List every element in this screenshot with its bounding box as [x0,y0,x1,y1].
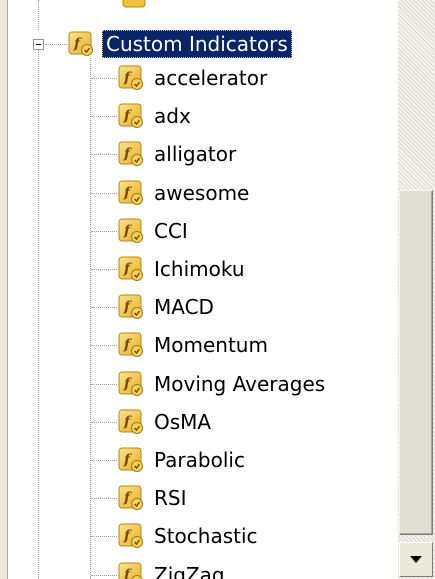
custom-indicator-icon: f [118,371,144,397]
tree-line [91,307,117,308]
tree-line [91,422,117,423]
tree-item-label: Moving Averages [154,372,326,396]
custom-indicator-icon: f [118,141,144,167]
scrollbar-thumb[interactable] [399,190,433,535]
tree-item-label: Custom Indicators [102,30,292,58]
partial-item-above [122,0,148,10]
tree-item[interactable]: f Ichimoku [118,251,247,287]
tree-item-label: Ichimoku [154,257,245,281]
tree-item-label: MACD [154,295,214,319]
tree-item-label: ZigZag [154,563,225,579]
tree-line [91,498,117,499]
tree-line [91,154,117,155]
custom-indicator-icon: f [118,562,144,579]
tree-line [91,193,117,194]
tree-item[interactable]: f accelerator [118,60,269,96]
tree-item-label: Parabolic [154,448,245,472]
tree-item-label: Momentum [154,333,268,357]
tree-item-label: adx [154,104,191,128]
tree-item[interactable]: f ZigZag [118,557,227,579]
tree-item[interactable]: f MACD [118,289,216,325]
tree-line [91,536,117,537]
scroll-down-button[interactable] [399,542,433,577]
tree-line [38,0,39,30]
tree-item-label: alligator [154,142,237,166]
custom-indicator-icon: f [118,180,144,206]
tree-item[interactable]: f alligator [118,136,238,172]
custom-indicator-icon: f [118,409,144,435]
arrow-down-icon [410,556,422,563]
custom-indicator-icon: f [68,31,94,57]
collapse-toggle[interactable] [33,39,44,50]
tree-line [91,345,117,346]
tree-line [91,269,117,270]
tree-item[interactable]: f Parabolic [118,442,247,478]
custom-indicator-icon: f [118,523,144,549]
tree-line [45,44,67,45]
tree-item[interactable]: f adx [118,98,193,134]
custom-indicator-icon: f [118,447,144,473]
tree-item[interactable]: f Stochastic [118,518,260,554]
tree-line [38,50,39,579]
tree-item-custom-indicators[interactable]: f Custom Indicators [68,26,292,62]
vertical-scrollbar[interactable] [398,0,435,579]
tree-item[interactable]: f Moving Averages [118,366,327,402]
tree-line [91,384,117,385]
tree-item[interactable]: f OsMA [118,404,213,440]
tree-line [91,116,117,117]
tree-item[interactable]: f Momentum [118,327,270,363]
tree-item-label: Stochastic [154,524,258,548]
tree-line [91,78,117,79]
custom-indicator-icon: f [118,294,144,320]
tree-item[interactable]: f RSI [118,480,189,516]
navigator-tree: f Custom Indicators f accelerator f adx f all… [0,0,435,579]
left-border [0,0,8,579]
tree-item-label: accelerator [154,66,268,90]
custom-indicator-icon: f [118,218,144,244]
tree-item[interactable]: f awesome [118,175,251,211]
custom-indicator-icon: f [118,103,144,129]
tree-item-label: OsMA [154,410,212,434]
tree-line [91,460,117,461]
tree-item[interactable]: f CCI [118,213,190,249]
tree-line [90,58,91,579]
tree-line [91,231,117,232]
tree-item-label: RSI [154,486,187,510]
custom-indicator-icon: f [118,332,144,358]
custom-indicator-icon: f [118,485,144,511]
custom-indicator-icon: f [118,256,144,282]
tree-line [91,575,117,576]
tree-item-label: awesome [154,181,250,205]
custom-indicator-icon: f [118,65,144,91]
tree-item-label: CCI [154,219,188,243]
